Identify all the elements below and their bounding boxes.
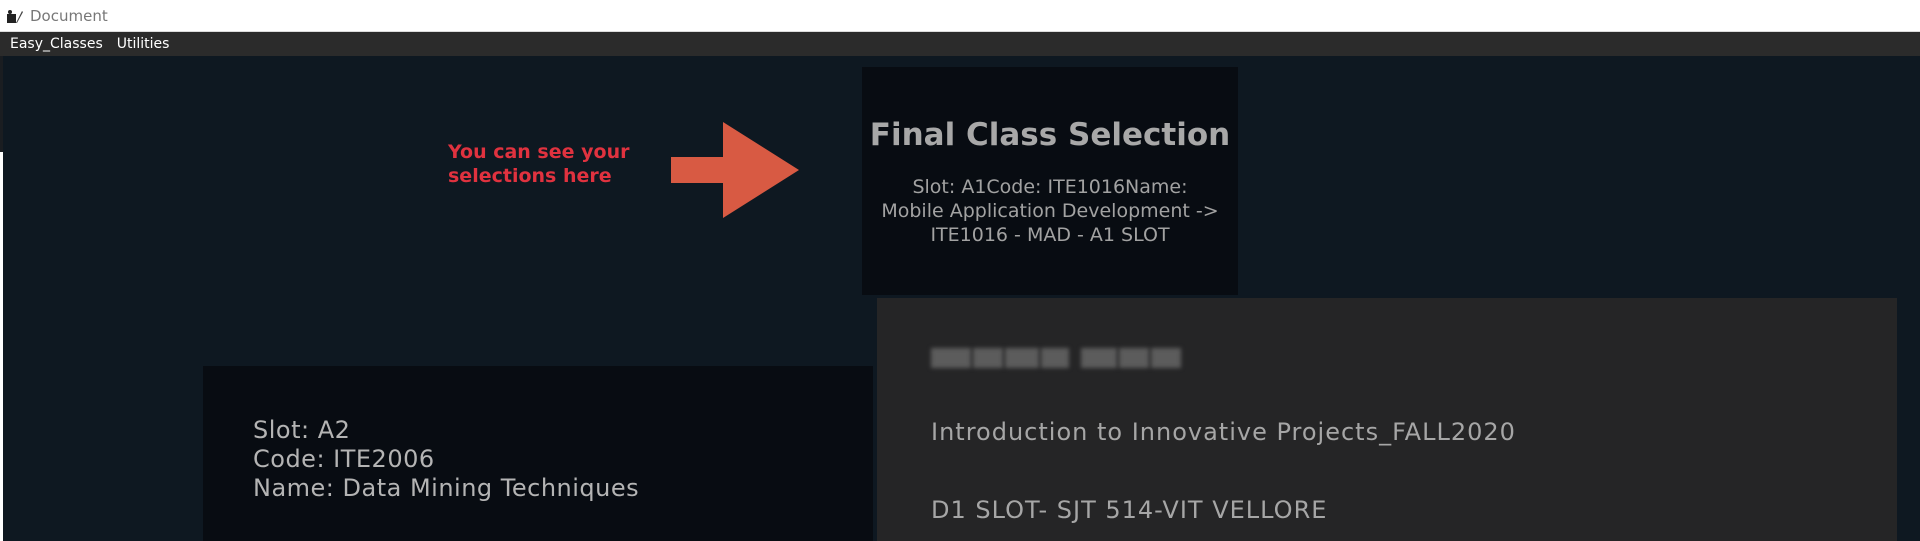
final-selection-details: Slot: A1Code: ITE1016Name: Mobile Applic… [881,176,1219,246]
final-selection-heading: Final Class Selection [869,117,1231,153]
tip-text: You can see your selections here [448,141,630,187]
project-slot-room: D1 SLOT- SJT 514-VIT VELLORE [931,496,1328,524]
class-card[interactable]: Slot: A2 Code: ITE2006 Name: Data Mining… [203,366,873,541]
project-course-title: Introduction to Innovative Projects_FALL… [931,418,1516,446]
class-slot: Slot: A2 [253,416,351,444]
menu-easy-classes[interactable]: Easy_Classes [4,36,111,52]
class-name: Name: Data Mining Techniques [253,474,640,502]
menu-bar: Easy_Classes Utilities [0,32,1920,56]
project-card[interactable]: Introduction to Innovative Projects_FALL… [877,298,1897,541]
final-selection-card: Final Class Selection Slot: A1Code: ITE1… [862,67,1238,295]
window-title: Document [30,6,108,25]
app-icon [7,9,23,23]
redacted-name [931,348,1187,372]
menu-utilities[interactable]: Utilities [111,36,178,52]
arrow-right-icon [671,122,799,218]
window-titlebar: Document [0,0,1920,32]
class-code: Code: ITE2006 [253,445,435,473]
main-content: You can see your selections here Final C… [3,56,1920,541]
